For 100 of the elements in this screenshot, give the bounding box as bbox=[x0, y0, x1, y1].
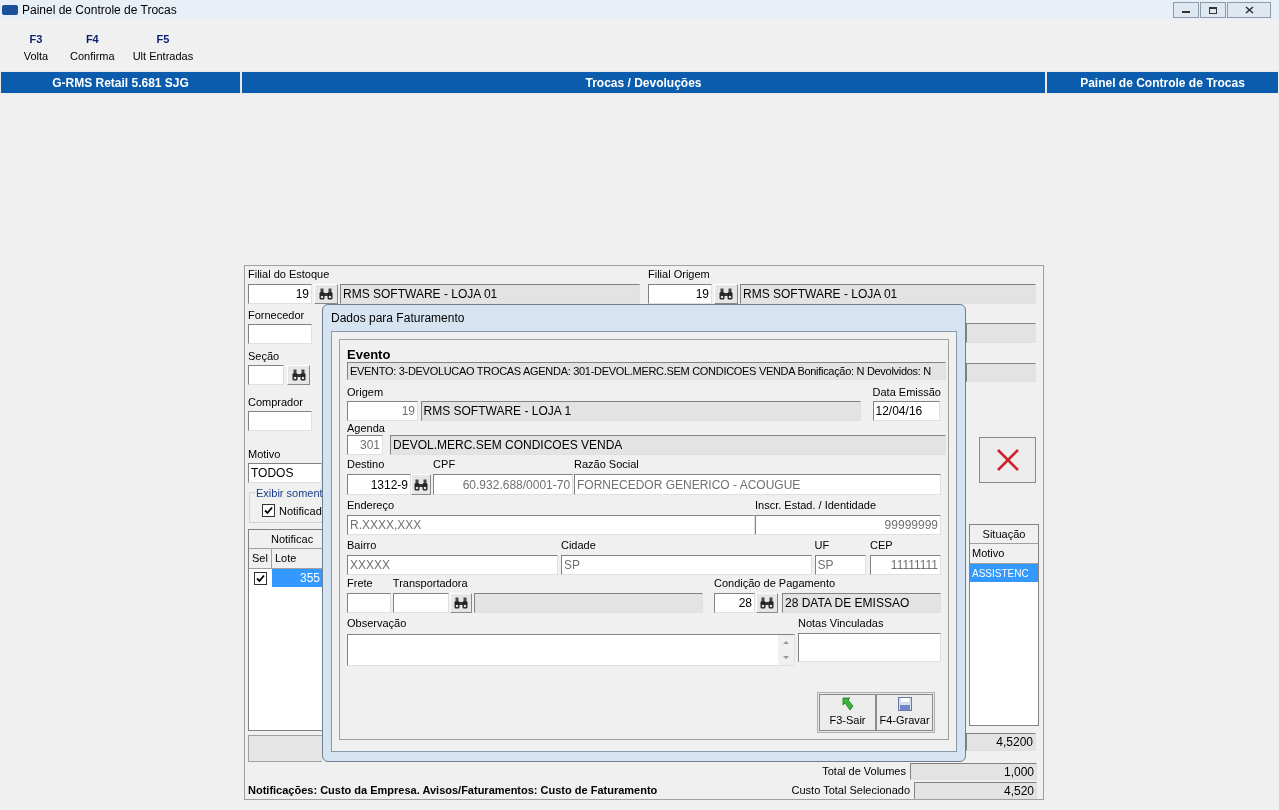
search-button[interactable] bbox=[449, 593, 472, 613]
input-field[interactable]: 19 bbox=[248, 284, 312, 304]
toolbar-button[interactable]: F3 Volta bbox=[14, 32, 58, 63]
close-icon bbox=[1244, 6, 1254, 14]
column-header: Situação bbox=[970, 525, 1038, 544]
field-label: CEP bbox=[870, 539, 894, 552]
checkbox[interactable] bbox=[262, 504, 275, 518]
minimize-button[interactable] bbox=[1173, 2, 1199, 18]
input-field[interactable]: XXXXX bbox=[347, 555, 558, 575]
cancel-button[interactable] bbox=[979, 437, 1036, 483]
binoculars-icon bbox=[414, 478, 428, 491]
input-field[interactable]: TODOS bbox=[248, 463, 322, 483]
input-field[interactable]: SP bbox=[560, 555, 812, 575]
save-button[interactable]: F4-Gravar bbox=[876, 694, 933, 731]
input-field[interactable]: 301 bbox=[347, 435, 383, 455]
field-label: Filial Origem bbox=[648, 268, 711, 281]
field-label: Filial do Estoque bbox=[248, 268, 331, 281]
readonly-field[interactable] bbox=[966, 323, 1036, 343]
field-label: Bairro bbox=[347, 539, 378, 552]
header-bar-cell: Painel de Controle de Trocas bbox=[1046, 71, 1279, 94]
readonly-field[interactable]: 28 DATA DE EMISSAO bbox=[782, 593, 941, 613]
field-label: Comprador bbox=[248, 396, 305, 409]
field-label: Data Emissão bbox=[872, 386, 941, 399]
toolbar-button[interactable]: F4 Confirma bbox=[64, 32, 121, 63]
save-icon bbox=[897, 696, 912, 711]
field-label: Notas Vinculadas bbox=[798, 617, 885, 630]
header-bar-cell: Trocas / Devoluções bbox=[241, 71, 1046, 94]
input-field[interactable]: SP bbox=[814, 555, 866, 575]
input-field[interactable]: 11111111 bbox=[870, 555, 941, 575]
checkbox-label: Notificad bbox=[279, 503, 322, 519]
scrollbar[interactable] bbox=[778, 635, 794, 665]
field-label: Inscr. Estad. / Identidade bbox=[755, 499, 878, 512]
input-field[interactable]: R.XXXX,XXX bbox=[347, 515, 755, 535]
input-field[interactable]: 99999999 bbox=[755, 515, 941, 535]
column-header: Notificac bbox=[249, 530, 322, 549]
input-field[interactable]: 19 bbox=[347, 401, 418, 421]
input-field[interactable] bbox=[798, 633, 941, 662]
field-label: Custo Total Selecionado bbox=[791, 783, 910, 799]
dialog-title: Dados para Faturamento bbox=[331, 310, 465, 327]
search-button[interactable] bbox=[714, 284, 738, 304]
field-label: Seção bbox=[248, 350, 281, 363]
search-button[interactable] bbox=[314, 284, 338, 304]
readonly-field[interactable]: 4,520 bbox=[914, 782, 1037, 799]
column-header: Motivo bbox=[970, 544, 1038, 564]
restore-button[interactable] bbox=[1200, 2, 1226, 18]
field-label: Endereço bbox=[347, 499, 396, 512]
field-label: Origem bbox=[347, 386, 385, 399]
input-field[interactable] bbox=[248, 324, 312, 344]
close-button[interactable] bbox=[1227, 2, 1271, 18]
field-label: Frete bbox=[347, 577, 374, 590]
column-header: Lote bbox=[274, 551, 298, 567]
field-label: Agenda bbox=[347, 422, 386, 435]
field-label: Condição de Pagamento bbox=[714, 577, 837, 590]
input-field[interactable]: 28 bbox=[714, 593, 755, 613]
input-field[interactable]: 19 bbox=[648, 284, 712, 304]
field-label: Fornecedor bbox=[248, 309, 306, 322]
field-label: Razão Social bbox=[574, 458, 640, 471]
header-bar-cell: G-RMS Retail 5.681 SJG bbox=[0, 71, 241, 94]
binoculars-icon bbox=[719, 288, 733, 300]
field-label: UF bbox=[814, 539, 831, 552]
input-field[interactable] bbox=[347, 593, 391, 613]
column-header: Sel bbox=[249, 549, 272, 568]
input-field[interactable] bbox=[392, 593, 449, 613]
input-field[interactable] bbox=[248, 365, 284, 385]
section-title: Evento bbox=[347, 347, 392, 362]
exit-button[interactable]: F3-Sair bbox=[819, 694, 876, 731]
readonly-field[interactable] bbox=[966, 363, 1036, 382]
search-button[interactable] bbox=[756, 593, 778, 613]
field-label: CPF bbox=[433, 458, 457, 471]
input-field[interactable]: RMS SOFTWARE - LOJA 01 bbox=[740, 284, 1036, 304]
binoculars-icon bbox=[319, 288, 333, 300]
readonly-field[interactable]: DEVOL.MERC.SEM CONDICOES VENDA bbox=[390, 435, 946, 455]
readonly-field[interactable]: 1,000 bbox=[910, 763, 1037, 780]
input-field[interactable] bbox=[248, 411, 312, 431]
toolbar-button[interactable]: F5 Ult Entradas bbox=[126, 32, 200, 63]
search-button[interactable] bbox=[411, 474, 431, 495]
readonly-field[interactable]: 4,5200 bbox=[966, 733, 1036, 751]
field-label: Destino bbox=[347, 458, 386, 471]
field-label: Motivo bbox=[248, 448, 282, 461]
binoculars-icon bbox=[453, 597, 468, 609]
footnote-text: Notificações: Custo da Empresa. Avisos/Faturamentos: Custo de Faturamento bbox=[248, 783, 658, 799]
field-label: Cidade bbox=[560, 539, 597, 552]
checkbox[interactable] bbox=[254, 571, 267, 585]
arrow-icon bbox=[841, 696, 854, 711]
input-field[interactable]: 60.932.688/0001-70 bbox=[433, 474, 574, 495]
search-button[interactable] bbox=[287, 365, 310, 385]
text-area[interactable] bbox=[347, 634, 795, 666]
field-label: Transportadora bbox=[392, 577, 469, 590]
binoculars-icon bbox=[760, 597, 774, 609]
readonly-field[interactable]: EVENTO: 3-DEVOLUCAO TROCAS AGENDA: 301-DEVOL.MERC.SEM CONDICOES VENDA Bonificação: N Devolvidos: N bbox=[347, 362, 946, 380]
binoculars-icon bbox=[291, 369, 306, 381]
field-label: Total de Volumes bbox=[822, 764, 906, 780]
field-label: Observação bbox=[347, 617, 408, 630]
input-field[interactable]: FORNECEDOR GENERICO - ACOUGUE bbox=[574, 474, 941, 495]
readonly-field[interactable] bbox=[474, 593, 703, 613]
input-field[interactable]: 1312-9 bbox=[347, 474, 411, 495]
readonly-field[interactable]: RMS SOFTWARE - LOJA 1 bbox=[420, 401, 861, 421]
input-field[interactable]: RMS SOFTWARE - LOJA 01 bbox=[340, 284, 640, 304]
input-field[interactable]: 12/04/16 bbox=[872, 401, 940, 421]
window-title: Painel de Controle de Trocas bbox=[22, 2, 177, 19]
